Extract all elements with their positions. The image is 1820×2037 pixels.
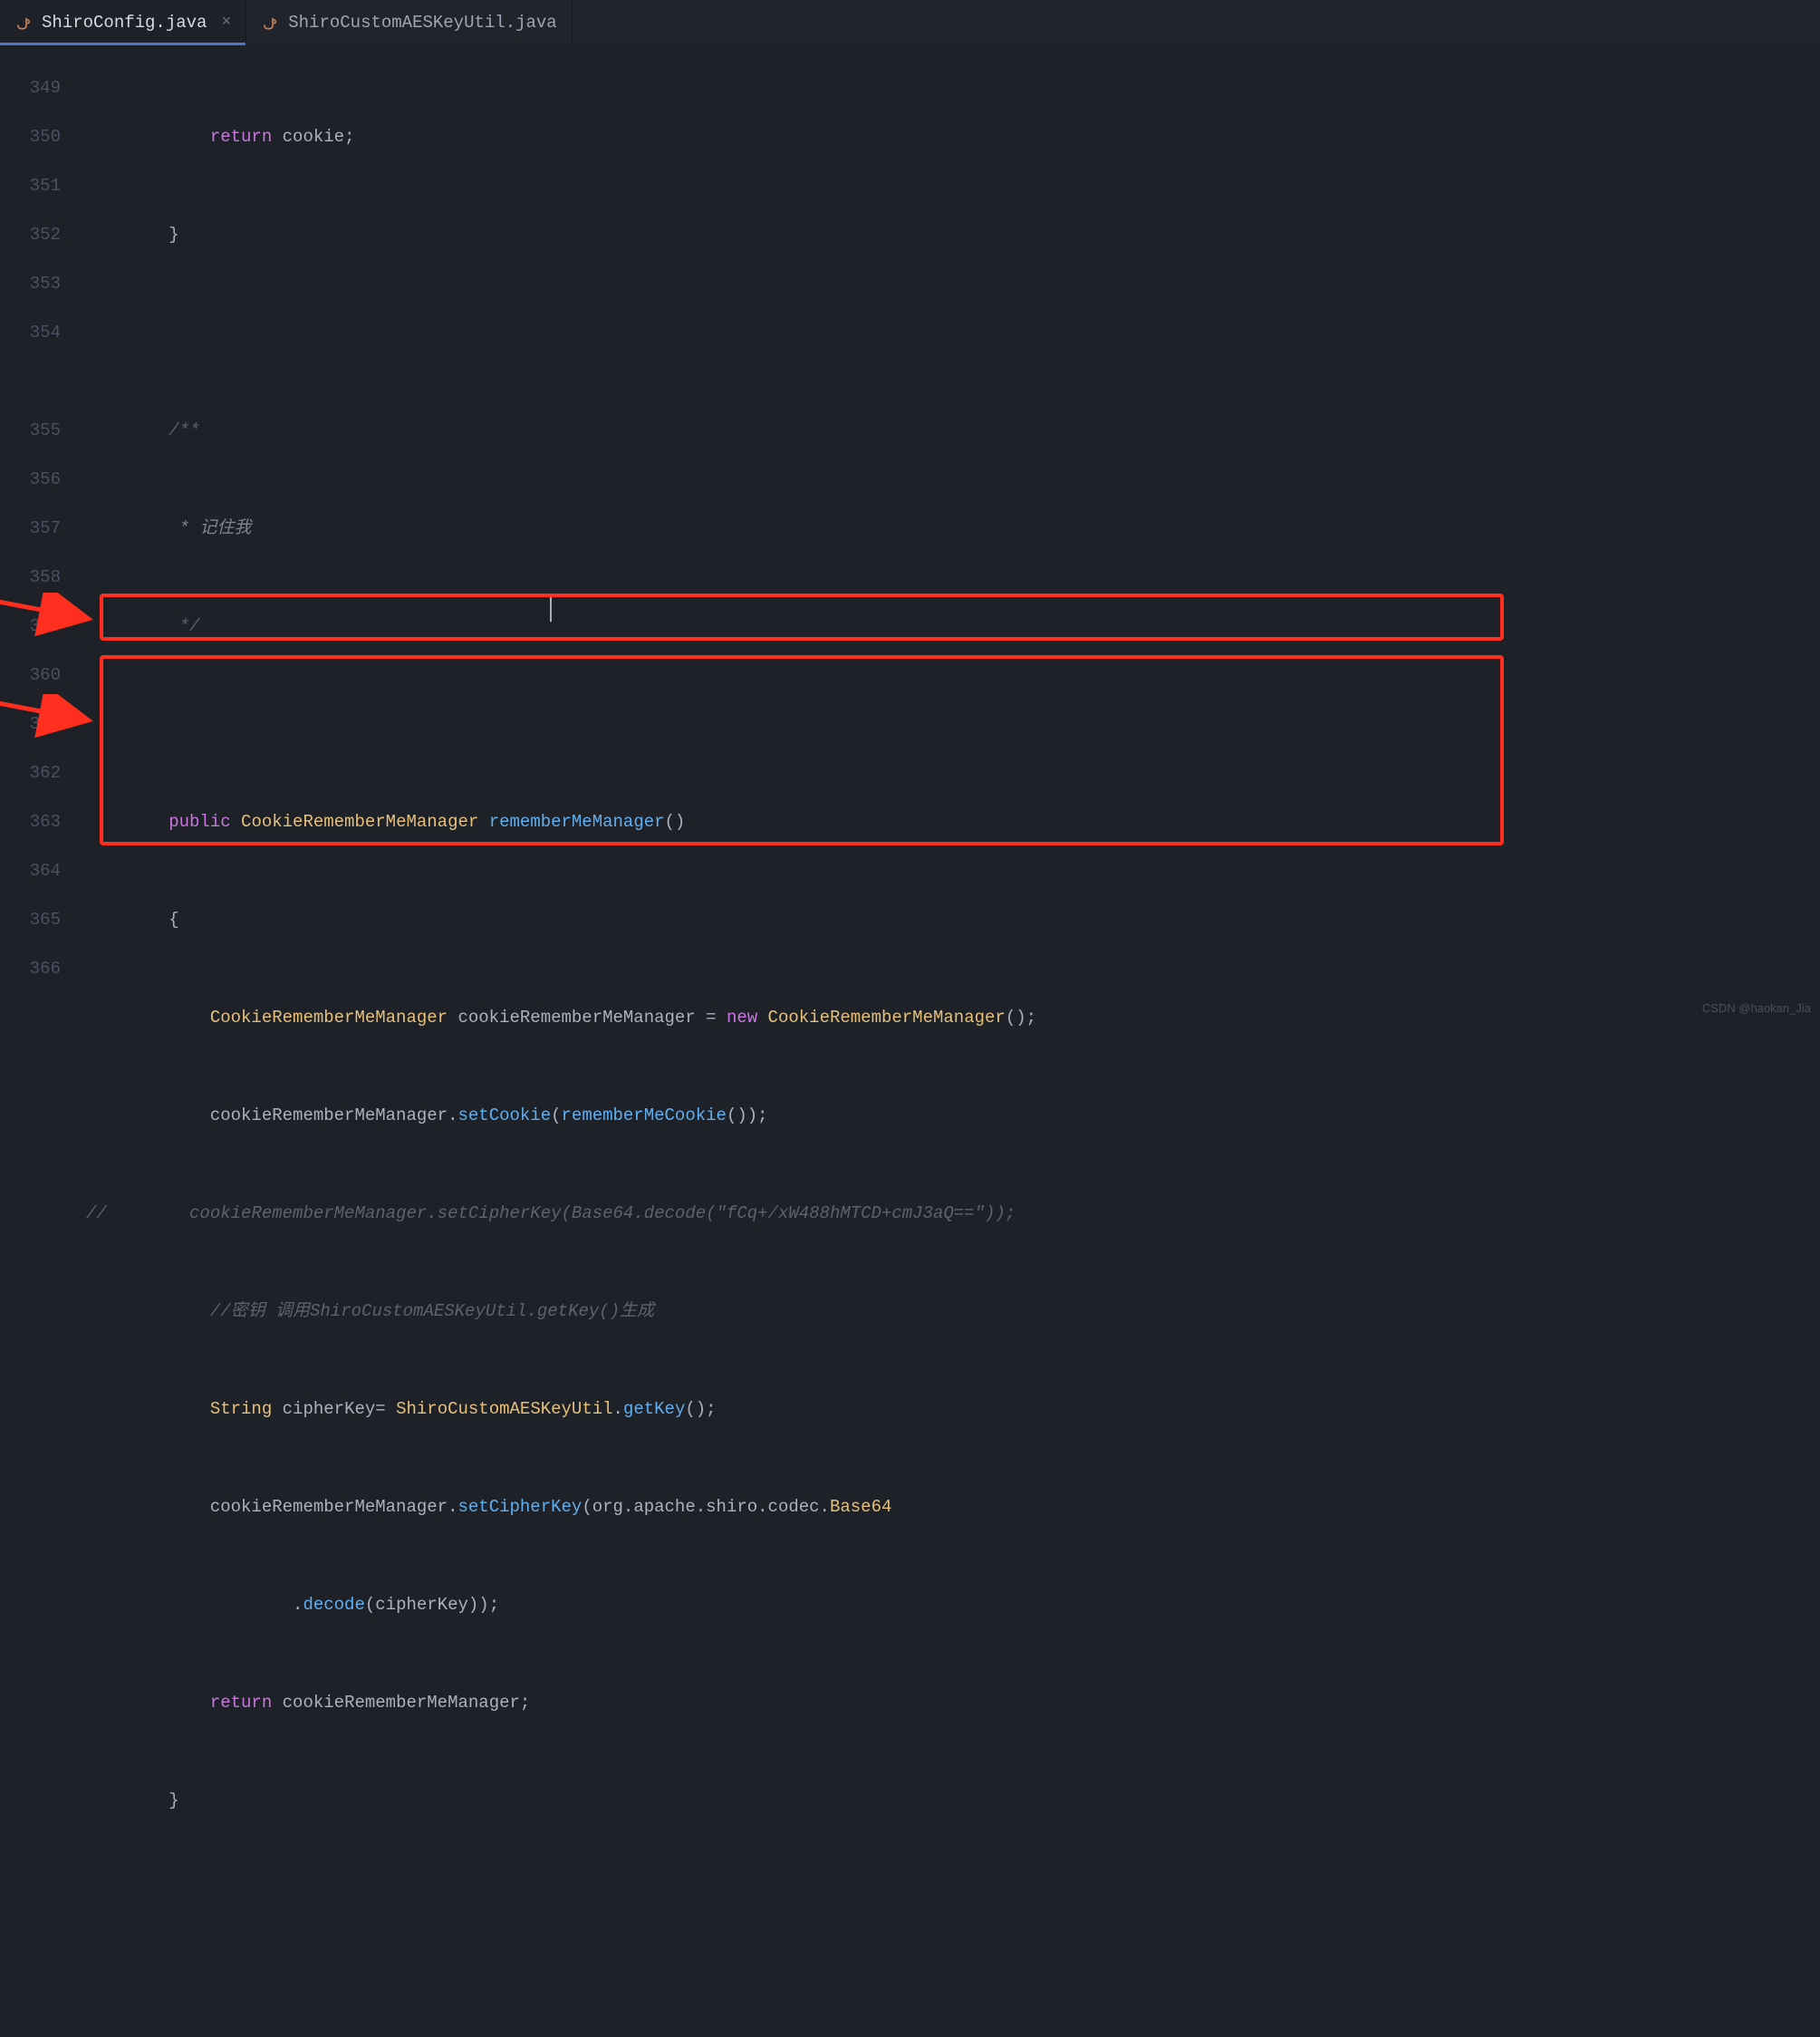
code-line: //密钥 调用ShiroCustomAESKeyUtil.getKey()生成	[86, 1287, 1820, 1336]
line-number: 356	[0, 455, 61, 504]
tab-shiroconfig[interactable]: ShiroConfig.java ×	[0, 0, 246, 44]
line-number: 362	[0, 748, 61, 797]
tab-label: ShiroCustomAESKeyUtil.java	[288, 13, 556, 33]
code-line	[86, 1874, 1820, 1923]
line-number: 366	[0, 944, 61, 993]
code-line: }	[86, 1776, 1820, 1825]
tab-bar: ShiroConfig.java × ShiroCustomAESKeyUtil…	[0, 0, 1820, 45]
line-number: 359	[0, 602, 61, 651]
code-line: return cookieRememberMeManager;	[86, 1678, 1820, 1727]
code-line	[86, 308, 1820, 357]
line-number: 360	[0, 651, 61, 700]
code-line	[86, 700, 1820, 748]
line-number	[0, 357, 61, 406]
line-number: 354	[0, 308, 61, 357]
watermark: CSDN @haokan_Jia	[1702, 1001, 1811, 1015]
code-line: CookieRememberMeManager cookieRememberMe…	[86, 993, 1820, 1042]
code-line: {	[86, 895, 1820, 944]
line-number: 351	[0, 161, 61, 210]
line-number: 349	[0, 63, 61, 112]
line-number: 357	[0, 504, 61, 553]
line-number: 363	[0, 797, 61, 846]
code-line: .decode(cipherKey));	[86, 1580, 1820, 1629]
line-number: 355	[0, 406, 61, 455]
line-gutter: 349 350 351 352 353 354 355 356 357 358 …	[0, 45, 86, 1018]
editor[interactable]: 349 350 351 352 353 354 355 356 357 358 …	[0, 45, 1820, 1018]
code-line: public CookieRememberMeManager rememberM…	[86, 797, 1820, 846]
code-line: */	[86, 602, 1820, 651]
close-icon[interactable]: ×	[216, 14, 231, 32]
tab-shirocustomaeskeyutil[interactable]: ShiroCustomAESKeyUtil.java	[246, 0, 572, 44]
line-number: 353	[0, 259, 61, 308]
code-line: // cookieRememberMeManager.setCipherKey(…	[86, 1189, 1820, 1238]
code-line: cookieRememberMeManager.setCookie(rememb…	[86, 1091, 1820, 1140]
code-line: String cipherKey= ShiroCustomAESKeyUtil.…	[86, 1385, 1820, 1434]
code-line: return cookie;	[86, 112, 1820, 161]
line-number: 365	[0, 895, 61, 944]
tab-label: ShiroConfig.java	[42, 13, 207, 33]
java-icon	[14, 14, 33, 32]
line-number: 361	[0, 700, 61, 748]
line-number: 364	[0, 846, 61, 895]
line-number: 352	[0, 210, 61, 259]
code-line: }	[86, 210, 1820, 259]
code-line: * 记住我	[86, 504, 1820, 553]
code-line: cookieRememberMeManager.setCipherKey(org…	[86, 1482, 1820, 1531]
text-cursor	[550, 594, 552, 622]
code-area[interactable]: return cookie; } /** * 记住我 */ public Coo…	[86, 45, 1820, 1018]
code-line: /**	[86, 406, 1820, 455]
java-icon	[261, 14, 279, 32]
line-number: 350	[0, 112, 61, 161]
line-number: 358	[0, 553, 61, 602]
